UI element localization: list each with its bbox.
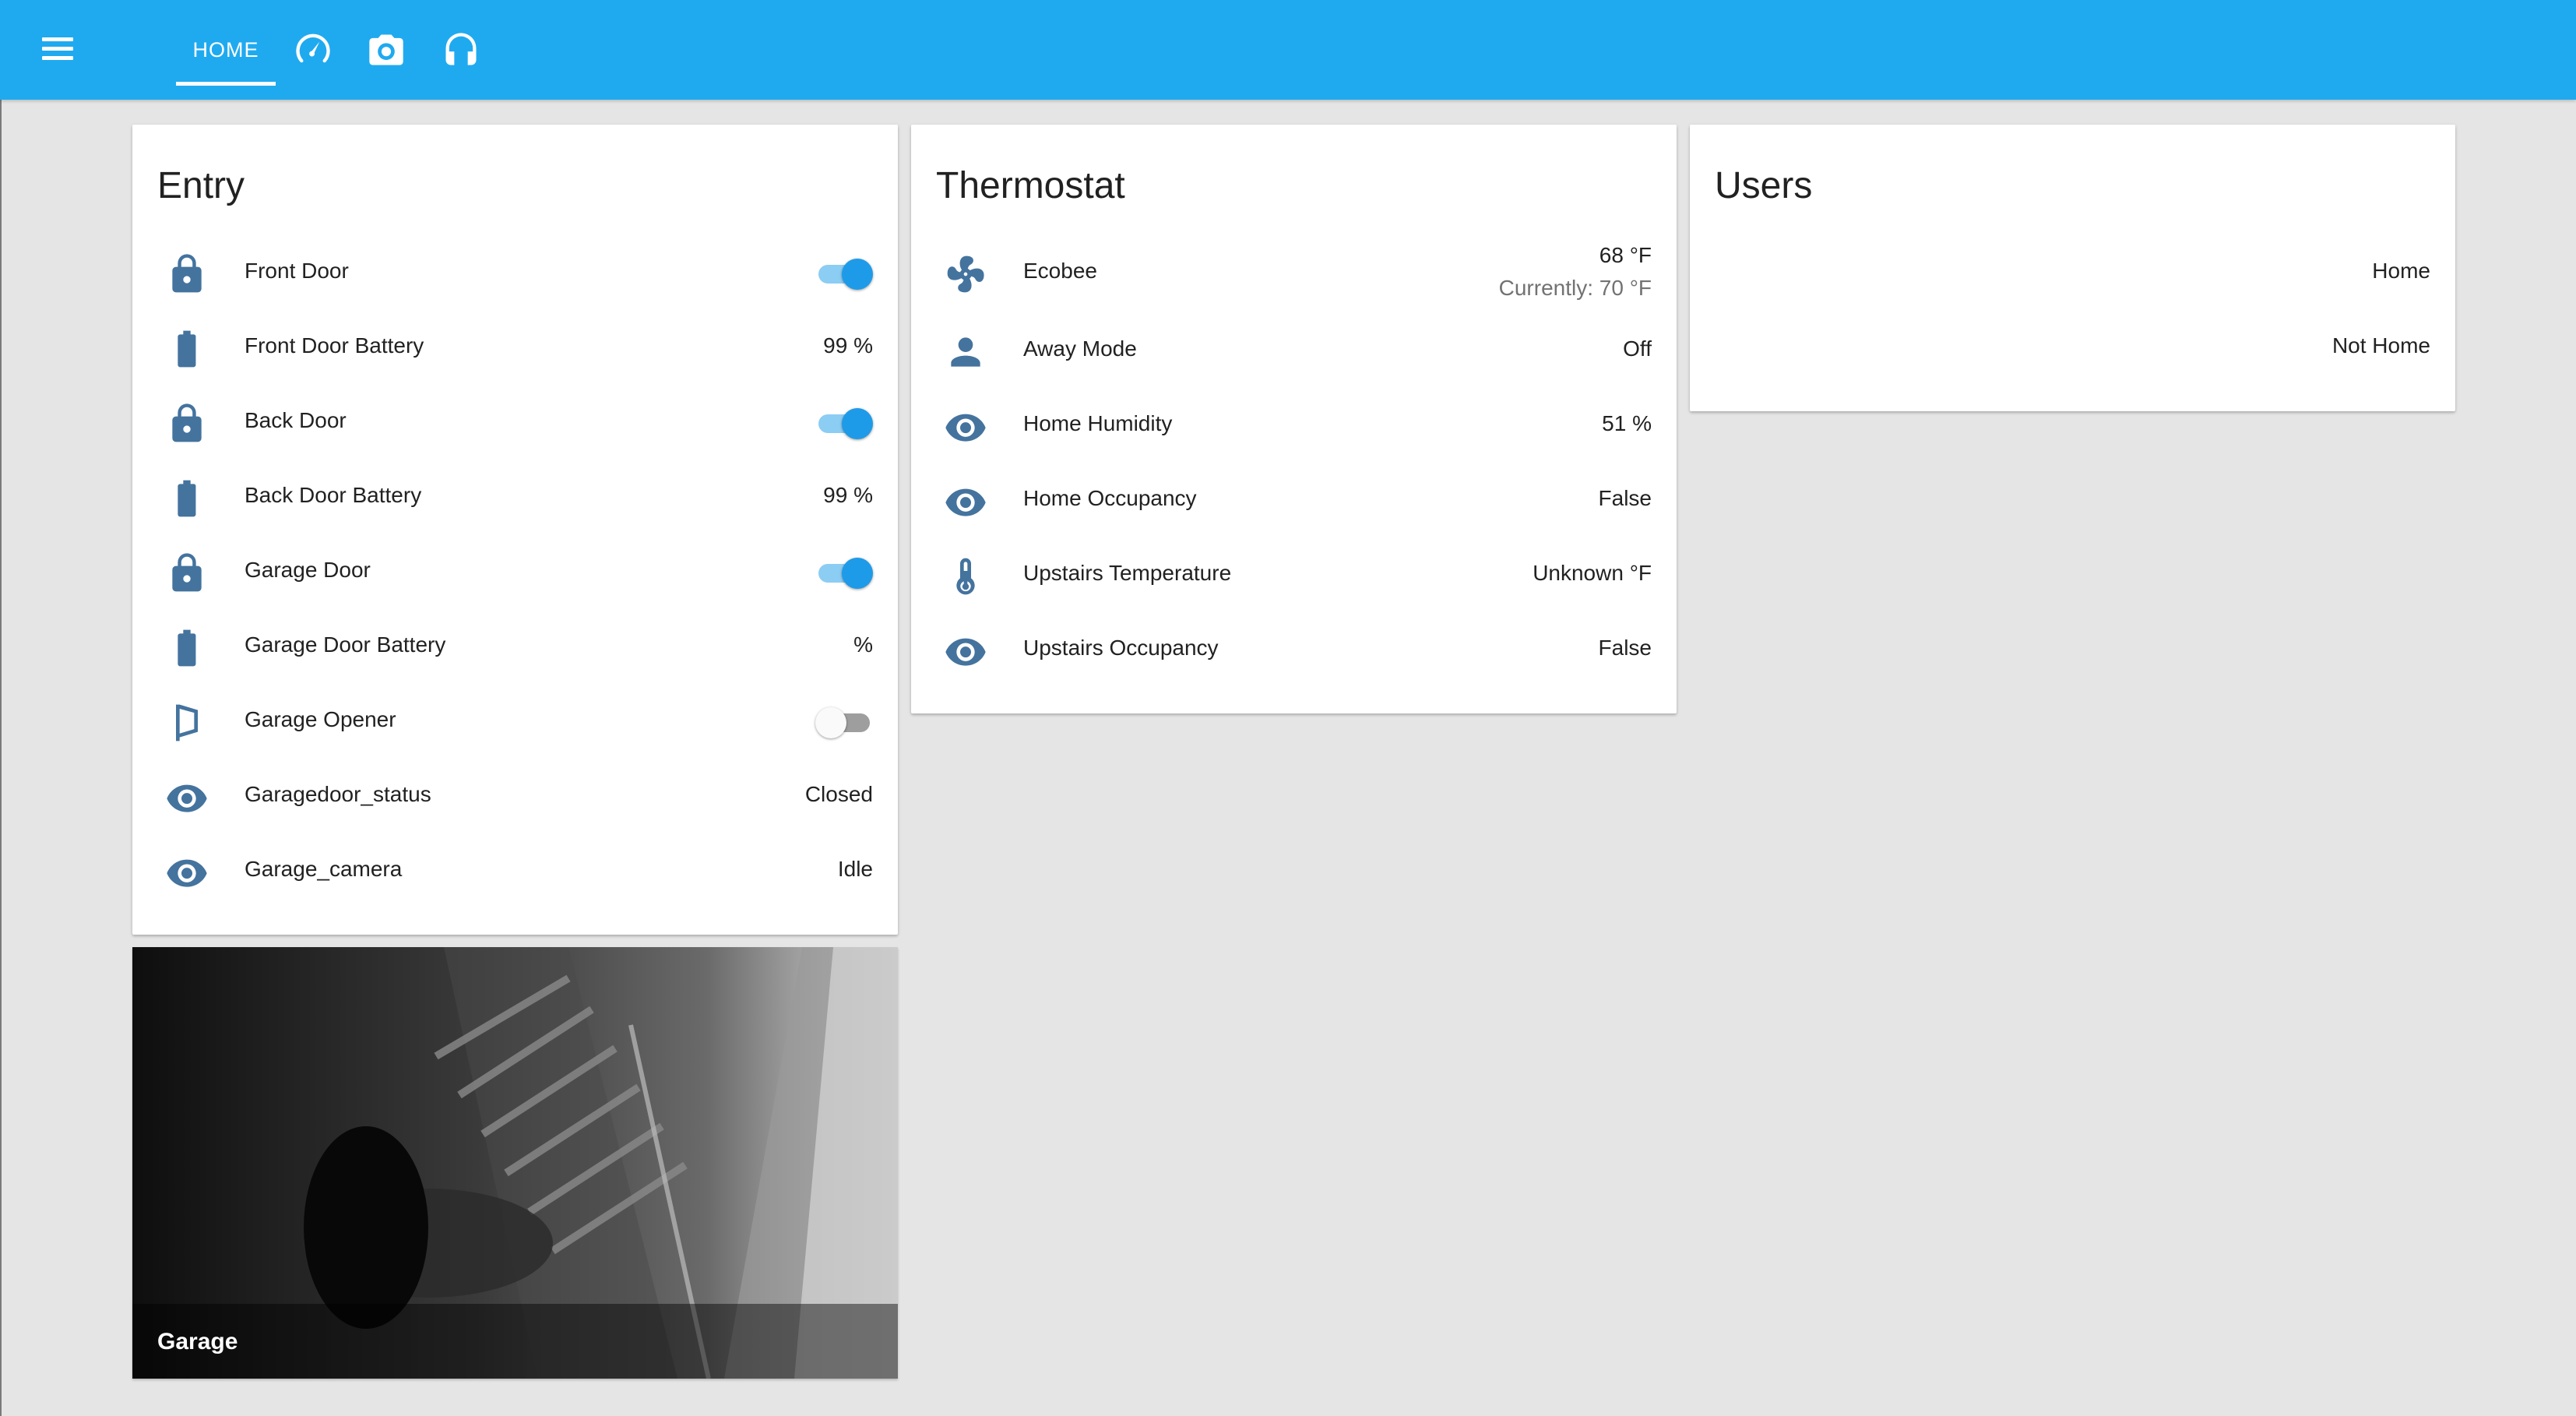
- entity-value: Idle: [837, 857, 873, 881]
- eye-icon: [165, 776, 209, 819]
- entity-row-front-door: Front Door: [132, 237, 898, 312]
- entity-label: Home Humidity: [1023, 411, 1173, 435]
- speedometer-icon[interactable]: [293, 30, 333, 70]
- toggle-switch[interactable]: [815, 707, 873, 738]
- entity-row-front-door-battery: Front Door Battery 99 %: [132, 312, 898, 386]
- entity-row-upstairs-occupancy: Upstairs Occupancy False: [911, 614, 1677, 689]
- current-temperature: Currently: 70 °F: [1498, 276, 1652, 300]
- entity-row-garage-opener: Garage Opener: [132, 685, 898, 760]
- entity-row-home-humidity: Home Humidity 51 %: [911, 389, 1677, 464]
- lock-icon: [165, 252, 209, 296]
- entity-row-home-occupancy: Home Occupancy False: [911, 464, 1677, 539]
- entity-row-garage-camera: Garage_camera Idle: [132, 835, 898, 910]
- eye-icon: [944, 629, 987, 673]
- entity-value: %: [853, 632, 873, 657]
- toggle-switch[interactable]: [815, 259, 873, 290]
- entity-value: Closed: [804, 782, 873, 806]
- entity-label: Back Door: [245, 408, 347, 432]
- card-title: Thermostat: [936, 165, 1125, 206]
- entity-value: 51 %: [1602, 411, 1652, 435]
- garage-door-icon: [165, 701, 209, 745]
- entity-row-garage-door-battery: Garage Door Battery %: [132, 611, 898, 685]
- user-row[interactable]: Home: [1690, 237, 2455, 312]
- entity-label: Garage_camera: [245, 857, 403, 881]
- lock-icon: [165, 551, 209, 595]
- entity-label: Back Door Battery: [245, 483, 422, 507]
- tab-home[interactable]: HOME: [176, 0, 276, 100]
- entity-value: Off: [1623, 336, 1652, 361]
- entity-row-back-door: Back Door: [132, 386, 898, 461]
- card-title: Users: [1715, 165, 1813, 206]
- entity-value: False: [1598, 486, 1652, 510]
- toggle-switch[interactable]: [815, 558, 873, 589]
- camera-card[interactable]: Garage: [132, 947, 898, 1379]
- entity-row-away-mode: Away Mode Off: [911, 315, 1677, 389]
- tab-active-indicator: [176, 82, 276, 86]
- thermostat-card: Thermostat Ecobee 68 °F Currently: 70 °F…: [911, 125, 1677, 713]
- entity-label: Garagedoor_status: [245, 782, 431, 806]
- battery-icon: [165, 327, 209, 371]
- entity-row-ecobee[interactable]: Ecobee 68 °F Currently: 70 °F: [911, 237, 1677, 312]
- entity-row-upstairs-temperature: Upstairs Temperature Unknown °F: [911, 539, 1677, 614]
- top-app-bar: HOME: [0, 0, 2576, 100]
- entity-label: Garage Opener: [245, 707, 396, 731]
- entity-label: Upstairs Occupancy: [1023, 636, 1219, 660]
- window-edge: [0, 100, 2, 1416]
- entity-value: False: [1598, 636, 1652, 660]
- entity-label: Front Door: [245, 259, 349, 283]
- entity-value: 99 %: [823, 333, 873, 358]
- target-temperature: 68 °F: [1599, 243, 1652, 267]
- camera-icon[interactable]: [366, 30, 406, 70]
- entity-row-garagedoor-status: Garagedoor_status Closed: [132, 760, 898, 835]
- entity-row-garage-door: Garage Door: [132, 536, 898, 611]
- card-title: Entry: [157, 165, 245, 206]
- person-icon: [944, 330, 987, 374]
- fan-icon: [944, 252, 987, 296]
- user-row[interactable]: Not Home: [1690, 312, 2455, 386]
- tab-home-label: HOME: [192, 37, 259, 62]
- lock-icon: [165, 402, 209, 446]
- users-card: Users Home Not Home: [1690, 125, 2455, 411]
- eye-icon: [944, 405, 987, 449]
- entity-label: Away Mode: [1023, 336, 1137, 361]
- battery-icon: [165, 626, 209, 670]
- entity-label: Ecobee: [1023, 259, 1097, 283]
- eye-icon: [944, 480, 987, 523]
- camera-caption-bar: [132, 1304, 898, 1379]
- entity-value: Unknown °F: [1533, 561, 1652, 585]
- entity-value: 99 %: [823, 483, 873, 507]
- entity-label: Front Door Battery: [245, 333, 424, 358]
- entity-label: Home Occupancy: [1023, 486, 1197, 510]
- entity-label: Garage Door: [245, 558, 371, 582]
- menu-icon[interactable]: [39, 34, 76, 65]
- user-state: Home: [2372, 259, 2430, 283]
- thermometer-icon: [944, 555, 987, 598]
- entity-label: Upstairs Temperature: [1023, 561, 1232, 585]
- eye-icon: [165, 851, 209, 894]
- battery-icon: [165, 477, 209, 520]
- entry-card: Entry Front Door Front Door Battery 99 %…: [132, 125, 898, 935]
- headphones-icon[interactable]: [441, 30, 481, 70]
- camera-caption: Garage: [157, 1329, 238, 1354]
- toggle-switch[interactable]: [815, 408, 873, 439]
- entity-row-back-door-battery: Back Door Battery 99 %: [132, 461, 898, 536]
- user-state: Not Home: [2331, 333, 2430, 358]
- entity-label: Garage Door Battery: [245, 632, 446, 657]
